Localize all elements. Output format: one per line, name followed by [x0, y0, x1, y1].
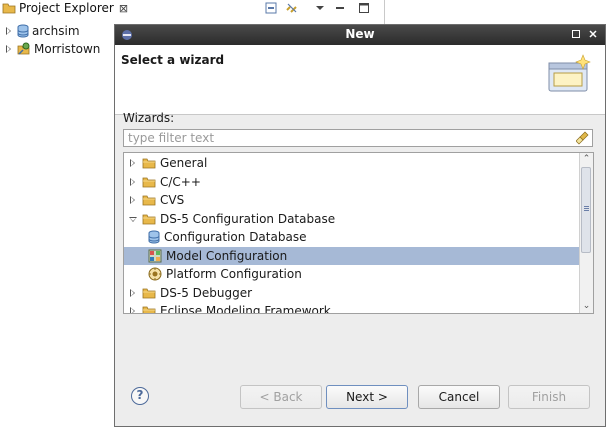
folder-icon [142, 287, 156, 299]
folder-icon [142, 157, 156, 169]
project-explorer-title: Project Explorer [19, 1, 114, 15]
tree-item-label: C/C++ [160, 174, 201, 189]
project-explorer-tabbar: Project Explorer ⊠ [0, 0, 384, 16]
expand-arrow-icon[interactable] [4, 44, 14, 54]
new-wizard-banner-icon [548, 54, 591, 92]
database-project-icon [17, 24, 29, 38]
project-item-archsim[interactable]: archsim [4, 23, 80, 39]
project-explorer-icon [2, 3, 16, 14]
tree-item[interactable]: C/C++ [124, 173, 583, 191]
dialog-title: New [345, 27, 375, 41]
cancel-button[interactable]: Cancel [418, 385, 500, 409]
expand-arrow-icon[interactable] [4, 26, 14, 36]
tree-item[interactable]: General [124, 154, 583, 172]
tree-item-label: Eclipse Modeling Framework [160, 304, 331, 314]
back-button[interactable]: < Back [240, 385, 322, 409]
tree-item-label: Configuration Database [164, 230, 307, 244]
folder-icon [142, 305, 156, 313]
new-wizard-dialog: New Select a wizard Wizards: General C/C+… [114, 24, 606, 427]
connected-project-icon [17, 42, 30, 55]
database-icon [148, 230, 160, 244]
view-menu-icon[interactable] [313, 1, 327, 15]
tree-item[interactable]: Configuration Database [124, 228, 593, 246]
folder-icon [142, 213, 156, 225]
finish-button[interactable]: Finish [508, 385, 590, 409]
tree-item-label: DS-5 Debugger [160, 285, 253, 300]
tree-item-label: Platform Configuration [166, 267, 302, 281]
help-icon[interactable]: ? [131, 387, 149, 405]
project-item-label: Morristown [34, 42, 101, 56]
filter-input[interactable] [124, 130, 568, 146]
collapse-all-icon[interactable] [264, 1, 278, 15]
model-icon [148, 249, 162, 263]
link-with-editor-icon[interactable] [285, 1, 299, 15]
expand-arrow-icon[interactable] [128, 195, 138, 205]
project-item-morristown[interactable]: Morristown [4, 41, 100, 57]
minimize-icon[interactable] [333, 1, 347, 15]
tree-item-label: General [160, 156, 208, 170]
platform-icon [148, 267, 162, 281]
maximize-icon[interactable] [357, 1, 371, 15]
dialog-header: Select a wizard [115, 45, 605, 115]
wizards-label: Wizards: [123, 111, 175, 125]
expand-arrow-icon[interactable] [128, 288, 138, 298]
expand-arrow-icon[interactable] [128, 306, 138, 313]
next-button[interactable]: Next > [326, 385, 408, 409]
dialog-titlebar[interactable]: New [115, 25, 605, 45]
tree-item[interactable]: DS-5 Debugger [124, 284, 583, 302]
filter-field[interactable] [123, 129, 593, 147]
tree-item[interactable]: Eclipse Modeling Framework [124, 302, 583, 314]
tree-item-label: CVS [160, 193, 185, 207]
scrollbar-thumb[interactable] [581, 167, 591, 253]
collapse-arrow-icon[interactable] [128, 214, 138, 224]
header-title: Select a wizard [121, 53, 225, 67]
tree-item[interactable]: Platform Configuration [124, 265, 593, 283]
project-item-label: archsim [32, 24, 80, 38]
tree-item[interactable]: DS-5 Configuration Database [124, 210, 583, 228]
maximize-window-icon[interactable] [570, 28, 582, 40]
project-explorer-tab[interactable]: Project Explorer ⊠ [2, 0, 128, 16]
tree-item[interactable]: Model Configuration [124, 246, 593, 265]
scroll-down-icon[interactable]: ⌄ [580, 300, 593, 313]
tree-item-label: DS-5 Configuration Database [160, 211, 336, 226]
close-icon[interactable]: ⊠ [119, 2, 128, 15]
clear-filter-icon[interactable] [576, 131, 590, 145]
folder-icon [142, 176, 156, 188]
scroll-up-icon[interactable]: ⌃ [580, 153, 593, 166]
button-bar: ? < Back Next > Cancel Finish [115, 385, 605, 409]
tree-item-label: Model Configuration [166, 248, 288, 263]
tree-item[interactable]: CVS [124, 191, 583, 209]
expand-arrow-icon[interactable] [128, 158, 138, 168]
wizard-tree[interactable]: General C/C++ CVS DS-5 Configuration Databa… [123, 152, 594, 314]
vertical-scrollbar[interactable]: ⌃ ⌄ [579, 153, 593, 313]
folder-icon [142, 194, 156, 206]
expand-arrow-icon[interactable] [128, 177, 138, 187]
close-window-icon[interactable] [587, 28, 599, 40]
